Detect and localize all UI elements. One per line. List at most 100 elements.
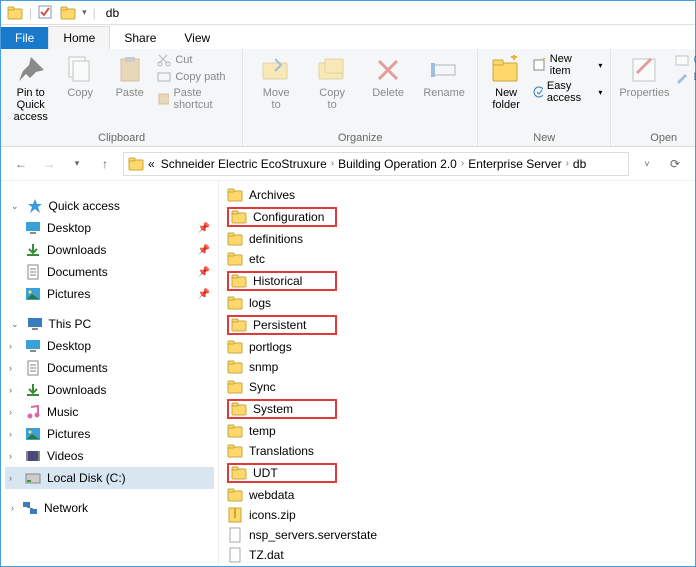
folder-icon <box>231 465 247 481</box>
copy-icon <box>65 55 95 85</box>
copy-path-button[interactable]: Copy path <box>157 70 234 84</box>
file-row[interactable]: temp <box>225 421 689 441</box>
back-button[interactable]: ← <box>11 154 31 174</box>
quick-access-root[interactable]: ⌄ Quick access <box>5 195 214 217</box>
new-folder-button[interactable]: New folder <box>486 53 526 111</box>
breadcrumb-item[interactable]: db <box>571 157 588 171</box>
breadcrumb[interactable]: « Schneider Electric EcoStruxure› Buildi… <box>123 152 629 176</box>
open-button[interactable]: Op <box>675 53 696 67</box>
checkbox-icon[interactable] <box>38 5 54 21</box>
caret-icon[interactable]: › <box>9 473 12 483</box>
folder-icon <box>227 359 243 375</box>
file-row[interactable]: UDT <box>225 461 689 485</box>
breadcrumb-item[interactable]: Enterprise Server <box>466 157 563 171</box>
file-list[interactable]: ArchivesConfigurationdefinitionsetcHisto… <box>219 181 695 566</box>
file-row[interactable]: etc <box>225 249 689 269</box>
paste-shortcut-button[interactable]: Paste shortcut <box>157 87 234 111</box>
highlight-box: UDT <box>227 463 337 483</box>
edit-button[interactable]: Ed <box>675 70 696 84</box>
file-name: webdata <box>249 488 294 502</box>
new-item-button[interactable]: New item ▾ <box>532 53 602 77</box>
sidebar-item-downloads[interactable]: Downloads📌 <box>5 239 214 261</box>
nav-pane[interactable]: ⌄ Quick access Desktop📌Downloads📌Documen… <box>1 181 219 566</box>
pin-to-quick-access-button[interactable]: Pin to Quick access <box>9 53 52 123</box>
file-row[interactable]: webdata <box>225 485 689 505</box>
file-row[interactable]: Historical <box>225 269 689 293</box>
chevron-right-icon: › <box>331 158 334 169</box>
sidebar-item-pictures[interactable]: Pictures📌 <box>5 283 214 305</box>
sidebar-item-downloads[interactable]: ›Downloads <box>5 379 214 401</box>
easy-access-icon <box>532 85 543 99</box>
chevron-down-icon: ▾ <box>598 61 602 70</box>
group-organize: Move to Copy to Delete Rename Organize <box>243 49 478 146</box>
pin-icon: 📌 <box>198 289 210 300</box>
history-dropdown[interactable]: ˅ <box>637 154 657 174</box>
breadcrumb-item[interactable]: Schneider Electric EcoStruxure <box>159 157 329 171</box>
file-row[interactable]: System <box>225 397 689 421</box>
file-row[interactable]: Archives <box>225 185 689 205</box>
paste-button[interactable]: Paste <box>108 53 151 99</box>
caret-icon[interactable]: › <box>9 407 12 417</box>
sidebar-item-local-disk-c-[interactable]: ›Local Disk (C:) <box>5 467 214 489</box>
file-row[interactable]: logs <box>225 293 689 313</box>
caret-icon[interactable]: › <box>9 385 12 395</box>
folder-icon <box>231 317 247 333</box>
file-row[interactable]: icons.zip <box>225 505 689 525</box>
file-row[interactable]: nsp_servers.serverstate <box>225 525 689 545</box>
caret-icon[interactable]: › <box>9 363 12 373</box>
file-row[interactable]: Configuration <box>225 205 689 229</box>
file-row[interactable]: Persistent <box>225 313 689 337</box>
this-pc-root[interactable]: ⌄ This PC <box>5 313 214 335</box>
rename-icon <box>429 55 459 85</box>
caret-icon[interactable]: › <box>9 429 12 439</box>
caret-icon[interactable]: ⌄ <box>11 201 19 212</box>
properties-button[interactable]: Properties <box>619 53 669 99</box>
caret-icon[interactable]: › <box>9 451 12 461</box>
file-name: UDT <box>253 466 278 480</box>
tab-file[interactable]: File <box>1 27 48 49</box>
group-new: New folder New item ▾ Easy access ▾ New <box>478 49 611 146</box>
sidebar-item-desktop[interactable]: ›Desktop <box>5 335 214 357</box>
file-row[interactable]: definitions <box>225 229 689 249</box>
desktop-icon <box>25 338 41 354</box>
sidebar-item-desktop[interactable]: Desktop📌 <box>5 217 214 239</box>
sidebar-item-documents[interactable]: Documents📌 <box>5 261 214 283</box>
up-button[interactable]: ↑ <box>95 154 115 174</box>
address-bar: ← → ▾ ↑ « Schneider Electric EcoStruxure… <box>1 147 695 181</box>
caret-icon[interactable]: ⌄ <box>11 319 19 330</box>
recent-dropdown[interactable]: ▾ <box>67 154 87 174</box>
file-row[interactable]: TZ.dat <box>225 545 689 565</box>
rename-button[interactable]: Rename <box>419 53 469 99</box>
move-to-button[interactable]: Move to <box>251 53 301 111</box>
delete-button[interactable]: Delete <box>363 53 413 99</box>
file-row[interactable]: snmp <box>225 357 689 377</box>
file-row[interactable]: portlogs <box>225 337 689 357</box>
file-row[interactable]: Sync <box>225 377 689 397</box>
folder-icon[interactable] <box>60 5 76 21</box>
paste-shortcut-icon <box>157 92 169 106</box>
pc-icon <box>27 316 43 332</box>
network-root[interactable]: › Network <box>5 497 214 519</box>
breadcrumb-overflow[interactable]: « <box>146 157 157 171</box>
refresh-button[interactable]: ⟳ <box>665 154 685 174</box>
file-row[interactable]: Translations <box>225 441 689 461</box>
sidebar-item-documents[interactable]: ›Documents <box>5 357 214 379</box>
highlight-box: System <box>227 399 337 419</box>
tab-view[interactable]: View <box>170 27 224 49</box>
breadcrumb-item[interactable]: Building Operation 2.0 <box>336 157 459 171</box>
copy-to-button[interactable]: Copy to <box>307 53 357 111</box>
chevron-right-icon: › <box>461 158 464 169</box>
copy-button[interactable]: Copy <box>58 53 101 99</box>
cut-button[interactable]: Cut <box>157 53 234 67</box>
tab-home[interactable]: Home <box>48 26 110 49</box>
qat-dropdown-icon[interactable]: ▾ <box>82 7 87 18</box>
forward-button[interactable]: → <box>39 154 59 174</box>
new-folder-icon <box>491 55 521 85</box>
sidebar-item-pictures[interactable]: ›Pictures <box>5 423 214 445</box>
sidebar-item-music[interactable]: ›Music <box>5 401 214 423</box>
caret-icon[interactable]: › <box>11 503 14 513</box>
tab-share[interactable]: Share <box>110 27 170 49</box>
sidebar-item-videos[interactable]: ›Videos <box>5 445 214 467</box>
caret-icon[interactable]: › <box>9 341 12 351</box>
easy-access-button[interactable]: Easy access ▾ <box>532 80 602 104</box>
